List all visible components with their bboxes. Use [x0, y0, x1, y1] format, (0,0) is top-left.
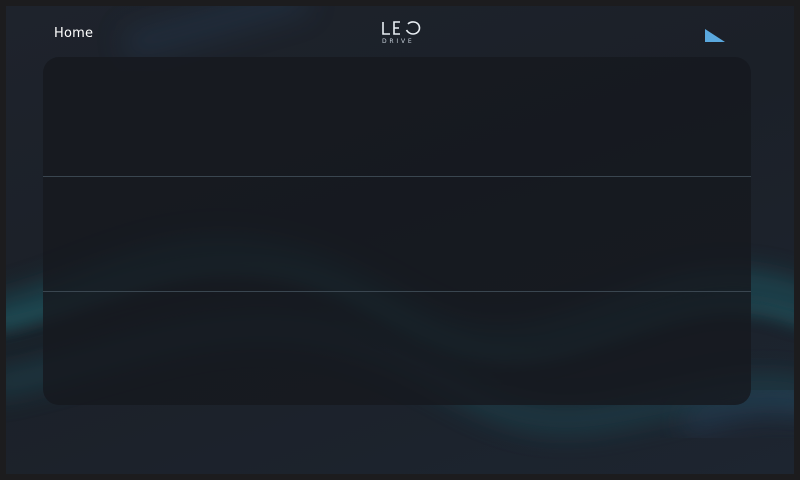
logo-subtitle: DRIVE	[382, 38, 415, 45]
logo-wordmark	[382, 21, 421, 35]
panel-row	[43, 57, 751, 176]
home-link[interactable]: Home	[54, 26, 93, 41]
panel-row	[43, 292, 751, 405]
screen: Home DRIVE	[6, 6, 794, 474]
signal-strength-icon[interactable]	[703, 27, 727, 43]
header-bar: Home DRIVE	[6, 6, 794, 56]
panel-row	[43, 177, 751, 291]
content-panel	[43, 57, 751, 405]
leo-drive-logo: DRIVE	[381, 20, 421, 46]
